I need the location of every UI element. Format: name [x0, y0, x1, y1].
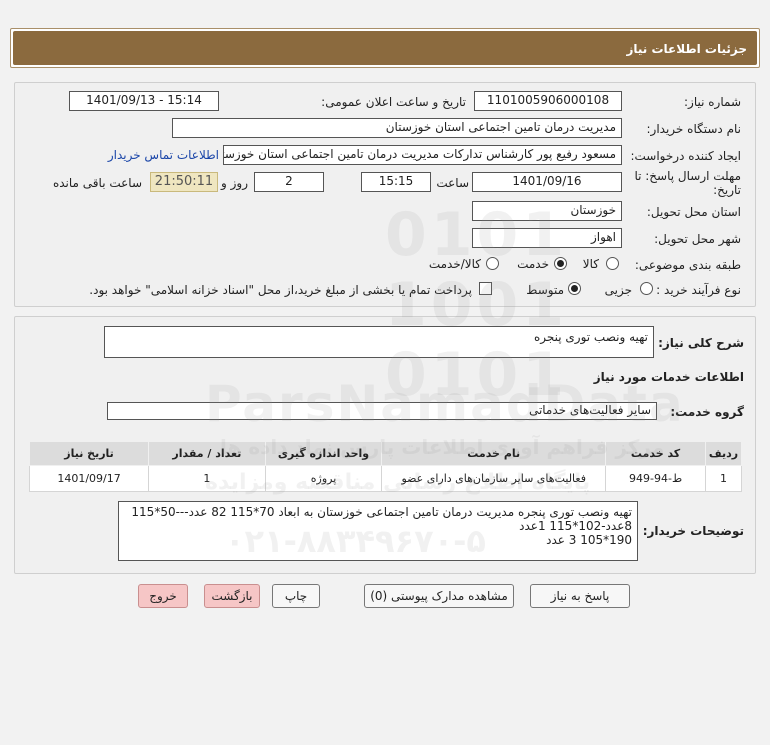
remaining-timer: 21:50:11	[150, 172, 218, 192]
requester-label: ایجاد کننده درخواست:	[630, 149, 741, 163]
col-service-name: نام خدمت	[381, 441, 607, 466]
category-label: طبقه بندی موضوعی:	[634, 258, 741, 272]
radio-medium-label: متوسط	[526, 283, 564, 297]
cell-service-name: فعالیت‌های سایر سازمان‌های دارای عضو	[381, 465, 607, 492]
deadline-label: مهلت ارسال پاسخ: تا	[634, 169, 741, 183]
remaining-label: ساعت باقی مانده	[52, 176, 142, 190]
radio-minor[interactable]	[640, 282, 653, 295]
page-header: جزئیات اطلاعات نیاز	[10, 28, 760, 68]
table-row: 1 ط-94-949 فعالیت‌های سایر سازمان‌های دا…	[28, 465, 742, 492]
col-row: ردیف	[705, 441, 742, 466]
buyer-notes-box: تهیه ونصب توری پنجره مدیریت درمان تامین …	[118, 501, 638, 561]
col-unit: واحد اندازه گیری	[264, 441, 383, 466]
service-group-field: سایر فعالیت‌های خدماتی	[107, 402, 657, 420]
services-table: ردیف کد خدمت نام خدمت واحد اندازه گیری ت…	[28, 441, 742, 492]
buyer-notes-line-2: 8عدد-102*115 1عدد	[519, 519, 632, 533]
deadline-date-field: 1401/09/16	[472, 172, 622, 192]
deadline-date-label: تاریخ:	[713, 183, 741, 197]
cell-quantity: 1	[148, 465, 266, 492]
need-number-field: 1101005906000108	[474, 91, 622, 111]
announce-field: 1401/09/13 - 15:14	[69, 91, 219, 111]
cell-unit: پروژه	[264, 465, 383, 492]
buyer-notes-label: توضیحات خریدار:	[642, 524, 744, 538]
buyer-notes-line-1: تهیه ونصب توری پنجره مدیریت درمان تامین …	[131, 505, 632, 519]
cell-row: 1	[705, 465, 742, 492]
radio-medium[interactable]	[568, 282, 581, 295]
table-header-row: ردیف کد خدمت نام خدمت واحد اندازه گیری ت…	[28, 441, 742, 466]
payment-note: پرداخت تمام یا بخشی از مبلغ خرید،از محل …	[89, 283, 472, 297]
buyer-notes-line-3: 190*105 3 عدد	[546, 533, 632, 547]
back-button[interactable]: بازگشت	[204, 584, 260, 608]
radio-minor-label: جزیی	[604, 283, 632, 297]
days-field: 2	[254, 172, 324, 192]
buyer-org-field: مدیریت درمان تامین اجتماعی استان خوزستان	[172, 118, 622, 138]
col-quantity: تعداد / مقدار	[148, 441, 266, 466]
col-need-date: تاریخ نیاز	[28, 441, 150, 466]
treasury-checkbox[interactable]	[479, 282, 492, 295]
city-field: اهواز	[472, 228, 622, 248]
cell-need-date: 1401/09/17	[28, 465, 150, 492]
purchase-type-label: نوع فرآیند خرید :	[656, 283, 741, 297]
requester-field: مسعود رفیع پور کارشناس تدارکات مدیریت در…	[223, 145, 622, 165]
need-info-panel	[14, 82, 756, 307]
reply-button[interactable]: پاسخ به نیاز	[530, 584, 630, 608]
buyer-org-label: نام دستگاه خریدار:	[646, 122, 742, 136]
contact-buyer-link[interactable]: اطلاعات تماس خریدار	[108, 148, 219, 162]
services-title: اطلاعات خدمات مورد نیاز	[593, 370, 744, 384]
radio-goods-service[interactable]	[486, 257, 499, 270]
summary-label: شرح کلی نیاز:	[658, 336, 744, 350]
deadline-time-field: 15:15	[361, 172, 431, 192]
radio-service-label: خدمت	[517, 257, 549, 271]
radio-goods[interactable]	[606, 257, 619, 270]
radio-goods-service-label: کالا/خدمت	[428, 257, 481, 271]
radio-service[interactable]	[554, 257, 567, 270]
announce-label: تاریخ و ساعت اعلان عمومی:	[321, 95, 466, 109]
province-label: استان محل تحویل:	[646, 205, 741, 219]
time-label: ساعت	[436, 176, 469, 190]
exit-button[interactable]: خروج	[138, 584, 188, 608]
summary-box: تهیه ونصب توری پنجره	[104, 326, 654, 358]
page-title: جزئیات اطلاعات نیاز	[13, 31, 757, 65]
print-button[interactable]: چاپ	[272, 584, 320, 608]
attachments-button[interactable]: مشاهده مدارک پیوستی (0)	[364, 584, 514, 608]
cell-service-code: ط-94-949	[605, 465, 707, 492]
col-service-code: کد خدمت	[605, 441, 707, 466]
province-field: خوزستان	[472, 201, 622, 221]
service-group-label: گروه خدمت:	[670, 405, 744, 419]
days-label: روز و	[221, 176, 248, 190]
need-number-label: شماره نیاز:	[684, 95, 741, 109]
radio-goods-label: کالا	[582, 257, 599, 271]
city-label: شهر محل تحویل:	[654, 232, 741, 246]
